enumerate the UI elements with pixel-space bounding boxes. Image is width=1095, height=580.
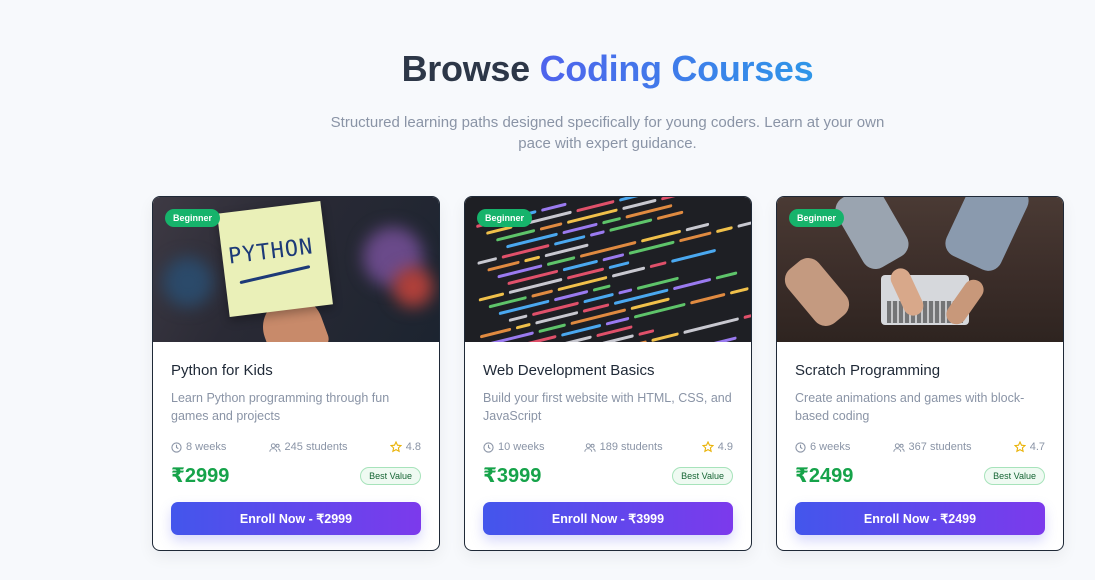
star-icon xyxy=(701,441,714,453)
course-image: Beginner xyxy=(777,197,1063,342)
course-price: ₹2999 xyxy=(171,465,230,487)
star-icon xyxy=(389,441,402,453)
course-image: Beginner xyxy=(465,197,751,342)
enroll-button[interactable]: Enroll Now - ₹2999 xyxy=(171,502,421,535)
page-header: Browse Coding Courses Structured learnin… xyxy=(0,48,1095,154)
duration: 10 weeks xyxy=(483,441,544,453)
course-card[interactable]: PYTHON Beginner Python for Kids Learn Py… xyxy=(152,196,440,551)
course-title: Scratch Programming xyxy=(795,362,941,379)
clock-icon xyxy=(171,441,182,453)
course-meta: 10 weeks 189 students 4.9 xyxy=(483,441,733,453)
level-badge: Beginner xyxy=(165,209,221,227)
best-value-badge: Best Value xyxy=(360,466,421,485)
course-list: PYTHON Beginner Python for Kids Learn Py… xyxy=(152,196,1064,551)
course-image: PYTHON Beginner xyxy=(153,197,439,342)
users-icon xyxy=(268,442,281,452)
users-icon xyxy=(892,442,905,452)
course-title: Web Development Basics xyxy=(483,362,655,379)
title-prefix: Browse xyxy=(401,48,531,89)
students-count: 189 students xyxy=(583,441,663,453)
page-title: Browse Coding Courses xyxy=(0,48,1095,90)
enroll-button[interactable]: Enroll Now - ₹3999 xyxy=(483,502,733,535)
course-card[interactable]: Beginner Scratch Programming Create anim… xyxy=(776,196,1064,551)
best-value-badge: Best Value xyxy=(984,466,1045,485)
best-value-badge: Best Value xyxy=(672,466,733,485)
course-price: ₹3999 xyxy=(483,465,542,487)
sticky-note-image: PYTHON xyxy=(217,201,333,317)
level-badge: Beginner xyxy=(789,209,845,227)
course-card[interactable]: Beginner Web Development Basics Build yo… xyxy=(464,196,752,551)
course-description: Create animations and games with block-b… xyxy=(795,391,1025,423)
course-price: ₹2499 xyxy=(795,465,854,487)
rating: 4.9 xyxy=(701,441,733,453)
duration: 8 weeks xyxy=(171,441,226,453)
level-badge: Beginner xyxy=(477,209,533,227)
title-accent: Coding Courses xyxy=(539,48,814,89)
course-meta: 6 weeks 367 students 4.7 xyxy=(795,441,1045,453)
course-description: Learn Python programming through fun gam… xyxy=(171,391,390,423)
duration: 6 weeks xyxy=(795,441,850,453)
users-icon xyxy=(583,442,596,452)
rating: 4.7 xyxy=(1013,441,1045,453)
course-meta: 8 weeks 245 students 4.8 xyxy=(171,441,421,453)
enroll-button[interactable]: Enroll Now - ₹2499 xyxy=(795,502,1045,535)
clock-icon xyxy=(795,441,806,453)
students-count: 367 students xyxy=(892,441,972,453)
clock-icon xyxy=(483,441,494,453)
rating: 4.8 xyxy=(389,441,421,453)
course-title: Python for Kids xyxy=(171,362,273,379)
course-description: Build your first website with HTML, CSS,… xyxy=(483,391,732,423)
students-count: 245 students xyxy=(268,441,348,453)
page-subtitle: Structured learning paths designed speci… xyxy=(330,114,885,152)
star-icon xyxy=(1013,441,1026,453)
